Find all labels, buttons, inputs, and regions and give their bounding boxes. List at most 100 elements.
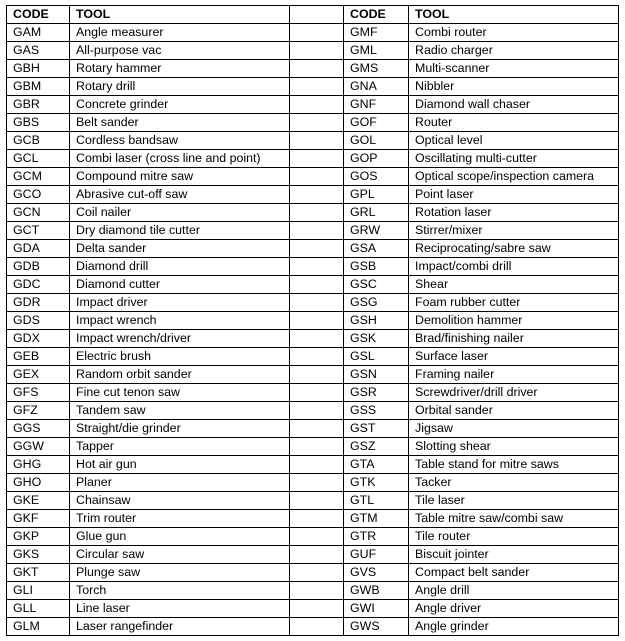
code-cell-left: GAS: [6, 41, 70, 60]
tool-cell-right: Combi router: [408, 23, 619, 42]
code-cell-right: GSC: [343, 275, 409, 294]
table-row: GDC Diamond cutter GSC Shear: [6, 275, 619, 294]
table-body: GAM Angle measurer GMF Combi router GAS All-p…: [6, 23, 619, 636]
tool-cell-left: Planer: [69, 473, 290, 492]
tool-cell-right: Screwdriver/drill driver: [408, 383, 619, 402]
tool-cell-left: Line laser: [69, 599, 290, 618]
code-cell-right: GSB: [343, 257, 409, 276]
tool-cell-left: Compound mitre saw: [69, 167, 290, 186]
tool-cell-left: Impact driver: [69, 293, 290, 312]
spacer-cell: [289, 275, 344, 294]
code-cell-right: GST: [343, 419, 409, 438]
tool-cell-right: Reciprocating/sabre saw: [408, 239, 619, 258]
spacer-cell: [289, 203, 344, 222]
code-cell-left: GCN: [6, 203, 70, 222]
table-row: GAS All-purpose vac GML Radio charger: [6, 41, 619, 60]
spacer-cell: [289, 491, 344, 510]
table-row: GCL Combi laser (cross line and point) GOP…: [6, 149, 619, 168]
tool-cell-right: Demolition hammer: [408, 311, 619, 330]
code-cell-right: GWB: [343, 581, 409, 600]
spacer-cell: [289, 257, 344, 276]
code-cell-right: GSH: [343, 311, 409, 330]
spacer-cell: [289, 41, 344, 60]
spacer-cell: [289, 383, 344, 402]
table-row: GKT Plunge saw GVS Compact belt sander: [6, 563, 619, 582]
tool-cell-left: Rotary drill: [69, 77, 290, 96]
spacer-cell: [289, 509, 344, 528]
tool-cell-left: Concrete grinder: [69, 95, 290, 114]
code-cell-left: GDB: [6, 257, 70, 276]
table-row: GDR Impact driver GSG Foam rubber cutter: [6, 293, 619, 312]
header-tool-left: TOOL: [69, 5, 290, 24]
code-cell-right: GMF: [343, 23, 409, 42]
code-cell-left: GGS: [6, 419, 70, 438]
tool-cell-left: Hot air gun: [69, 455, 290, 474]
tool-cell-left: Angle measurer: [69, 23, 290, 42]
code-cell-left: GHO: [6, 473, 70, 492]
tool-cell-left: Electric brush: [69, 347, 290, 366]
spacer-cell: [289, 455, 344, 474]
header-code-left: CODE: [6, 5, 70, 24]
code-cell-right: GTM: [343, 509, 409, 528]
tool-cell-left: Dry diamond tile cutter: [69, 221, 290, 240]
table-row: GKF Trim router GTM Table mitre saw/combi s…: [6, 509, 619, 528]
spacer-cell: [289, 5, 344, 24]
code-cell-left: GCO: [6, 185, 70, 204]
tool-cell-right: Radio charger: [408, 41, 619, 60]
tool-cell-left: Laser rangefinder: [69, 617, 290, 636]
table-row: GAM Angle measurer GMF Combi router: [6, 23, 619, 42]
code-cell-right: GOP: [343, 149, 409, 168]
code-cell-left: GEB: [6, 347, 70, 366]
code-cell-right: GNF: [343, 95, 409, 114]
code-cell-left: GDR: [6, 293, 70, 312]
spacer-cell: [289, 239, 344, 258]
table-row: GDB Diamond drill GSB Impact/combi drill: [6, 257, 619, 276]
tool-cell-right: Biscuit jointer: [408, 545, 619, 564]
spacer-cell: [289, 329, 344, 348]
table-row: GGS Straight/die grinder GST Jigsaw: [6, 419, 619, 438]
tool-cell-right: Oscillating multi-cutter: [408, 149, 619, 168]
spacer-cell: [289, 419, 344, 438]
code-cell-left: GCL: [6, 149, 70, 168]
code-cell-left: GBS: [6, 113, 70, 132]
table-row: GHO Planer GTK Tacker: [6, 473, 619, 492]
spacer-cell: [289, 545, 344, 564]
tool-cell-right: Jigsaw: [408, 419, 619, 438]
tool-cell-left: Trim router: [69, 509, 290, 528]
code-cell-left: GKP: [6, 527, 70, 546]
code-cell-right: GRW: [343, 221, 409, 240]
code-cell-right: GSN: [343, 365, 409, 384]
tool-cell-right: Multi-scanner: [408, 59, 619, 78]
table-row: GKP Glue gun GTR Tile router: [6, 527, 619, 546]
code-cell-left: GHG: [6, 455, 70, 474]
code-cell-right: GOL: [343, 131, 409, 150]
tool-cell-right: Surface laser: [408, 347, 619, 366]
code-cell-left: GFZ: [6, 401, 70, 420]
spacer-cell: [289, 77, 344, 96]
code-cell-left: GLM: [6, 617, 70, 636]
table-row: GFS Fine cut tenon saw GSR Screwdriver/dril…: [6, 383, 619, 402]
spacer-cell: [289, 563, 344, 582]
tool-cell-right: Angle drill: [408, 581, 619, 600]
code-cell-right: GOF: [343, 113, 409, 132]
spacer-cell: [289, 59, 344, 78]
code-cell-right: GSR: [343, 383, 409, 402]
spacer-cell: [289, 473, 344, 492]
table-row: GLI Torch GWB Angle drill: [6, 581, 619, 600]
code-cell-left: GAM: [6, 23, 70, 42]
table-row: GBR Concrete grinder GNF Diamond wall chase…: [6, 95, 619, 114]
code-cell-left: GCB: [6, 131, 70, 150]
spacer-cell: [289, 401, 344, 420]
code-cell-left: GCM: [6, 167, 70, 186]
table-row: GFZ Tandem saw GSS Orbital sander: [6, 401, 619, 420]
table-row: GLL Line laser GWI Angle driver: [6, 599, 619, 618]
tool-cell-right: Optical scope/inspection camera: [408, 167, 619, 186]
spacer-cell: [289, 527, 344, 546]
tool-cell-right: Router: [408, 113, 619, 132]
table-row: GHG Hot air gun GTA Table stand for mitre s…: [6, 455, 619, 474]
tool-cell-right: Stirrer/mixer: [408, 221, 619, 240]
table-row: GBS Belt sander GOF Router: [6, 113, 619, 132]
spacer-cell: [289, 149, 344, 168]
code-cell-left: GKS: [6, 545, 70, 564]
code-cell-right: GPL: [343, 185, 409, 204]
